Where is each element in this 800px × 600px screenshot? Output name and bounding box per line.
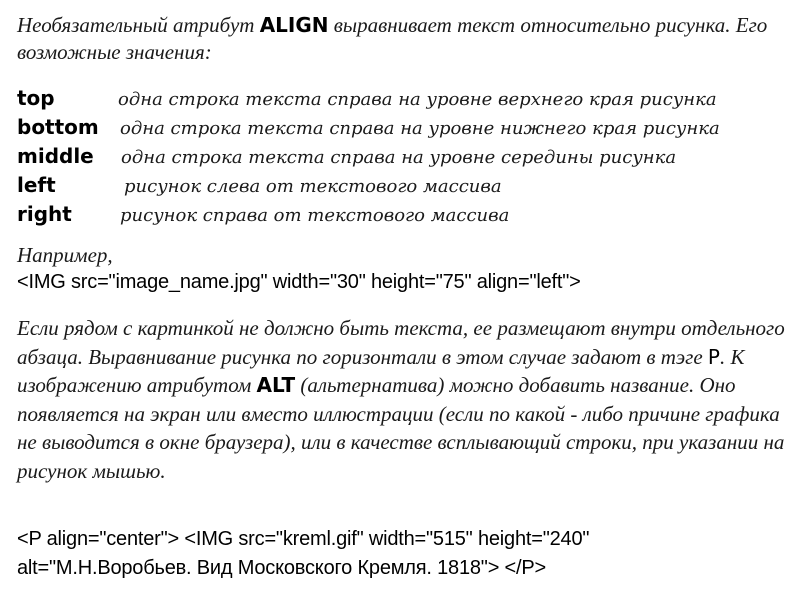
intro-text-before: Необязательный атрибут xyxy=(17,13,260,37)
final-code-block: <P align="center"> <IMG src="kreml.gif" … xyxy=(17,525,589,583)
align-value-key: top xyxy=(17,86,55,110)
body-text-part1: Если рядом с картинкой не должно быть те… xyxy=(17,316,785,369)
alt-keyword: ALT xyxy=(256,373,296,397)
p-tag-name: P xyxy=(707,344,720,369)
align-value-description: одна строка текста справа на уровне сере… xyxy=(121,147,677,168)
align-value-description: рисунок слева от текстового массива xyxy=(124,176,502,197)
body-paragraph: Если рядом с картинкой не должно быть те… xyxy=(17,314,797,485)
align-value-row-left: left рисунок слева от текстового массива xyxy=(17,171,720,200)
final-code-line-2: alt="М.Н.Воробьев. Вид Московского Кремл… xyxy=(17,557,546,579)
align-value-description: одна строка текста справа на уровне нижн… xyxy=(120,118,720,139)
align-value-description: рисунок справа от текстового массива xyxy=(120,205,510,226)
align-value-key: left xyxy=(17,173,56,197)
align-value-key: middle xyxy=(17,144,94,168)
align-value-key: right xyxy=(17,202,72,226)
example-label: Например, xyxy=(17,243,113,267)
align-value-row-right: right рисунок справа от текстового масси… xyxy=(17,200,720,229)
intro-paragraph: Необязательный атрибут ALIGN выравнивает… xyxy=(17,12,797,66)
align-value-row-middle: middle одна строка текста справа на уров… xyxy=(17,142,720,171)
align-value-row-top: top одна строка текста справа на уровне … xyxy=(17,84,720,113)
align-values-list: top одна строка текста справа на уровне … xyxy=(17,84,720,229)
align-value-description: одна строка текста справа на уровне верх… xyxy=(118,89,717,110)
final-code-line-1: <P align="center"> <IMG src="kreml.gif" … xyxy=(17,528,590,550)
align-value-row-bottom: bottom одна строка текста справа на уров… xyxy=(17,113,720,142)
example-block: Например, <IMG src="image_name.jpg" widt… xyxy=(17,242,581,296)
align-value-key: bottom xyxy=(17,115,99,139)
align-keyword: ALIGN xyxy=(259,13,329,37)
example-code: <IMG src="image_name.jpg" width="30" hei… xyxy=(17,271,581,293)
